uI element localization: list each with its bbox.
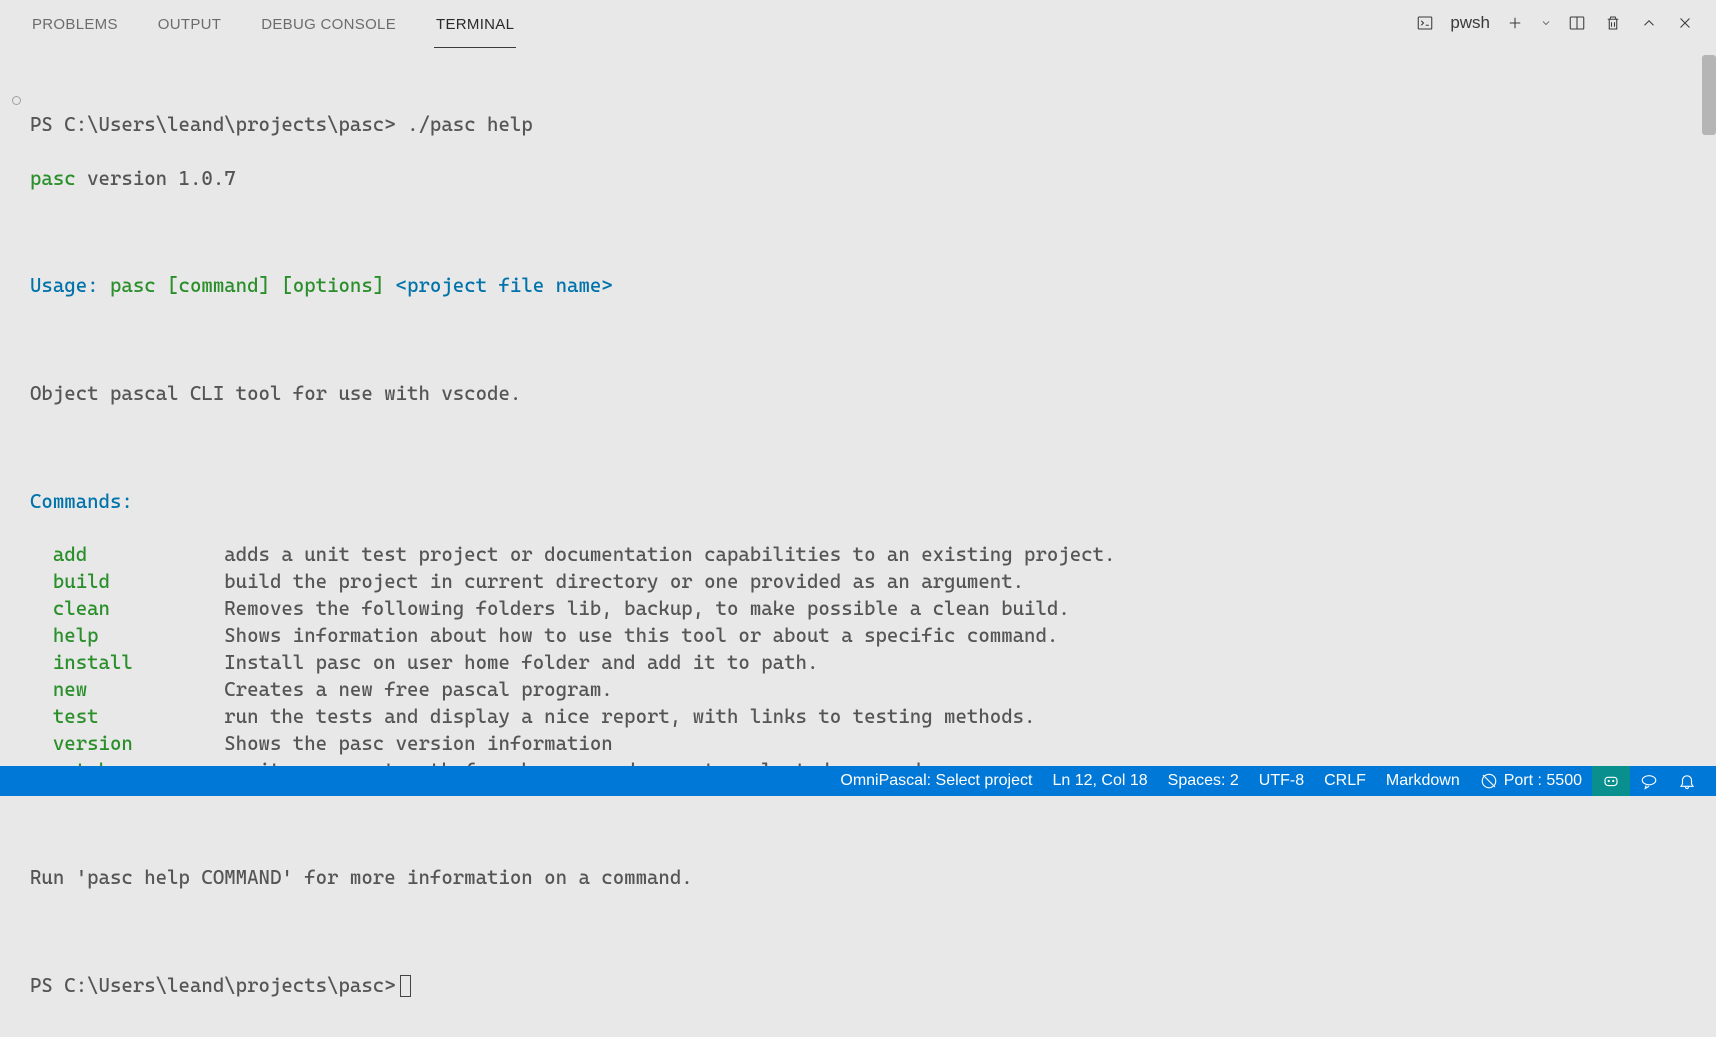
command-row: cleanRemoves the following folders lib, … [30,596,1686,623]
commands-header: Commands: [30,489,1686,516]
command-description: Shows the pasc version information [224,731,612,758]
command-name: new [30,677,224,704]
usage-arg: <project file name> [384,274,613,297]
terminal-blank [30,327,1686,354]
command-name: version [30,731,224,758]
command-name: help [30,623,224,650]
terminal-blank [30,219,1686,246]
prompt-command: ./pasc help [396,113,533,136]
command-name: clean [30,596,224,623]
terminal-footer: Run 'pasc help COMMAND' for more informa… [30,865,1686,892]
shell-name-label[interactable]: pwsh [1450,13,1490,33]
status-feedback-icon[interactable] [1630,766,1668,796]
tab-problems[interactable]: PROBLEMS [12,0,138,48]
close-panel-icon[interactable] [1674,12,1696,34]
command-name: test [30,704,224,731]
command-row: versionShows the pasc version informatio… [30,731,1686,758]
kill-terminal-icon[interactable] [1602,12,1624,34]
command-row: installInstall pasc on user home folder … [30,650,1686,677]
command-description: run the tests and display a nice report,… [224,704,1035,731]
maximize-panel-icon[interactable] [1638,12,1660,34]
command-row: helpShows information about how to use t… [30,623,1686,650]
terminal-line: Object pascal CLI tool for use with vsco… [30,381,1686,408]
terminal-blank [30,811,1686,838]
command-row: buildbuild the project in current direct… [30,569,1686,596]
command-name: add [30,542,224,569]
prompt-path: C:\Users\leand\projects\pasc> [64,974,395,997]
terminal-dropdown-icon[interactable] [1540,12,1552,34]
prompt-ps: PS [30,113,64,136]
command-row: addadds a unit test project or documenta… [30,542,1686,569]
prompt-path: C:\Users\leand\projects\pasc> [64,113,395,136]
split-terminal-icon[interactable] [1566,12,1588,34]
terminal-output[interactable]: PS C:\Users\leand\projects\pasc> ./pasc … [0,48,1716,1037]
command-name: install [30,650,224,677]
terminal-cursor [400,975,411,997]
command-description: Removes the following folders lib, backu… [224,596,1070,623]
command-description: Install pasc on user home folder and add… [224,650,818,677]
command-description: Creates a new free pascal program. [224,677,612,704]
status-live-server[interactable]: Port : 5500 [1470,766,1592,796]
status-indentation[interactable]: Spaces: 2 [1158,766,1249,796]
status-copilot[interactable] [1592,766,1630,796]
command-description: adds a unit test project or documentatio… [224,542,1115,569]
terminal-shell-icon[interactable] [1414,12,1436,34]
status-bar: OmniPascal: Select project Ln 12, Col 18… [0,766,1716,796]
status-notifications-icon[interactable] [1668,766,1706,796]
new-terminal-icon[interactable] [1504,12,1526,34]
task-indicator-icon [12,96,21,105]
status-language[interactable]: Markdown [1376,766,1470,796]
version-name: pasc [30,167,76,190]
status-encoding[interactable]: UTF-8 [1249,766,1314,796]
status-port-label: Port : 5500 [1504,772,1582,790]
command-description: build the project in current directory o… [224,569,1024,596]
usage-label: Usage: [30,274,99,297]
scrollbar-thumb[interactable] [1702,55,1716,135]
panel-actions: pwsh [1414,12,1696,34]
tab-terminal[interactable]: TERMINAL [416,0,534,48]
terminal-line: PS C:\Users\leand\projects\pasc> ./pasc … [30,112,1686,139]
command-row: newCreates a new free pascal program. [30,677,1686,704]
tab-debug-console[interactable]: DEBUG CONSOLE [241,0,416,48]
terminal-line: Usage: pasc [command] [options] <project… [30,273,1686,300]
terminal-line: PS C:\Users\leand\projects\pasc> [30,973,1686,1000]
usage-command: pasc [command] [options] [99,274,385,297]
command-row: testrun the tests and display a nice rep… [30,704,1686,731]
terminal-blank [30,435,1686,462]
commands-list: addadds a unit test project or documenta… [30,542,1686,784]
version-number: version 1.0.7 [76,167,236,190]
terminal-line: pasc version 1.0.7 [30,166,1686,193]
tab-output[interactable]: OUTPUT [138,0,241,48]
status-eol[interactable]: CRLF [1314,766,1376,796]
command-description: Shows information about how to use this … [224,623,1058,650]
status-cursor-position[interactable]: Ln 12, Col 18 [1042,766,1157,796]
prompt-ps: PS [30,974,64,997]
terminal-blank [30,919,1686,946]
status-omnipascal[interactable]: OmniPascal: Select project [830,766,1042,796]
command-name: build [30,569,224,596]
